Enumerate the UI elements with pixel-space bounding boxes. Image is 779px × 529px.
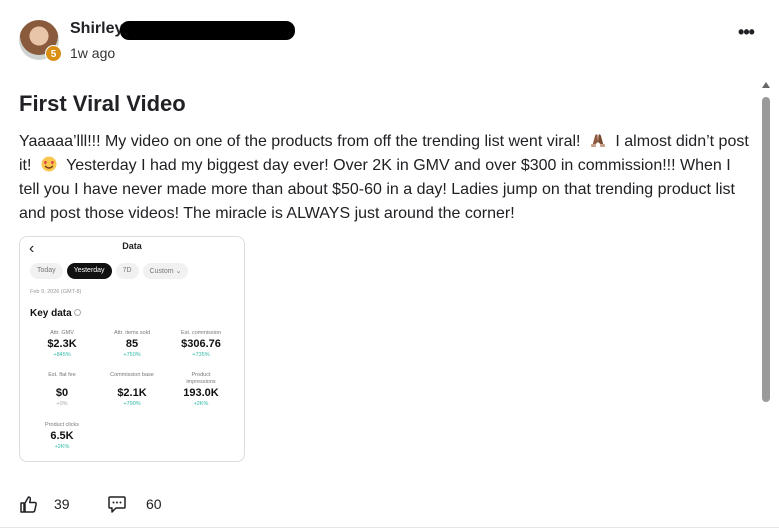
heart-eyes-emoji-icon [41,156,57,172]
comment-button[interactable] [107,494,127,514]
metric-change: +0% [56,401,68,407]
metric-value: 193.0K [183,387,219,399]
comment-icon [108,496,126,513]
like-count: 39 [54,496,70,512]
metric-commission-base: Commission base $2.1K +790% [97,372,167,408]
post-timestamp[interactable]: 1w ago [70,45,115,61]
metric-label: Attr. items sold [113,330,151,336]
post-card: 5 Shirley 1w ago ••• First Viral Video Y… [0,0,779,529]
metric-change: +2K% [54,444,70,450]
metric-value: $0 [55,387,69,399]
metric-change: +845% [53,352,71,358]
metric-change: +2K% [193,401,209,407]
post-body-text-3: Yesterday I had my biggest day ever! Ove… [19,157,735,222]
more-horizontal-icon: ••• [738,22,755,42]
key-data-label: Key data [30,308,72,319]
metric-value: 85 [125,338,139,350]
metric-value: $306.76 [181,338,221,350]
level-badge: 5 [45,45,62,62]
metric-label: Product clicks [45,422,79,428]
post-body-text-1: Yaaaaa’lll!!! My video on one of the pro… [19,133,581,150]
metric-change: +790% [123,401,141,407]
attachment-date: Feb 9, 2026 (GMT-8) [30,289,82,295]
like-button[interactable] [19,494,39,514]
metric-label: Commission base [110,372,154,378]
metric-value: $2.1K [117,387,147,399]
praying-hands-emoji-icon [590,134,605,147]
more-options-button[interactable]: ••• [735,22,757,42]
scrollbar[interactable] [760,82,772,522]
attachment-tab: Custom ⌄ [142,263,189,279]
author-name[interactable]: Shirley [70,20,123,38]
post-body: Yaaaaa’lll!!! My video on one of the pro… [19,130,754,226]
attachment-date-tabs: Today Yesterday 7D Custom ⌄ [30,263,189,279]
info-icon [73,309,81,316]
post-image-attachment[interactable]: ‹ Data Today Yesterday 7D Custom ⌄ Feb 9… [19,236,245,462]
attachment-tab-active: Yesterday [66,263,112,279]
metric-change: +750% [123,352,141,358]
attachment-header-title: Data [122,241,142,251]
metric-est-commission: Est. commission $306.76 +735% [166,330,236,359]
author-avatar[interactable]: 5 [19,20,62,62]
divider [0,527,779,528]
attachment-tab: Today [30,263,63,279]
metric-attr-gmv: Attr. GMV $2.3K +845% [27,330,97,359]
metric-change: +735% [192,352,210,358]
thumbs-up-icon [20,496,37,513]
metric-flat-fee: Est. flat fee $0 +0% [27,372,97,408]
metric-value: 6.5K [50,430,74,442]
metric-label: Attr. GMV [50,330,74,336]
metric-items-sold: Attr. items sold 85 +750% [97,330,167,359]
metric-value: $2.3K [47,338,77,350]
metric-label: Est. commission [180,330,222,336]
post-title: First Viral Video [19,91,186,116]
scroll-up-arrow-icon[interactable] [762,82,770,88]
comment-count: 60 [146,496,162,512]
attachment-section-title: Key data [30,308,81,319]
metric-product-impressions: Product impressions 193.0K +2K% [166,372,236,408]
redacted-name-bar [120,21,295,40]
metric-label: Product impressions [186,372,216,385]
attachment-tab: 7D [115,263,139,279]
metric-product-clicks: Product clicks 6.5K +2K% [27,422,97,451]
metric-label: Est. flat fee [48,372,76,378]
scrollbar-thumb[interactable] [762,97,770,402]
